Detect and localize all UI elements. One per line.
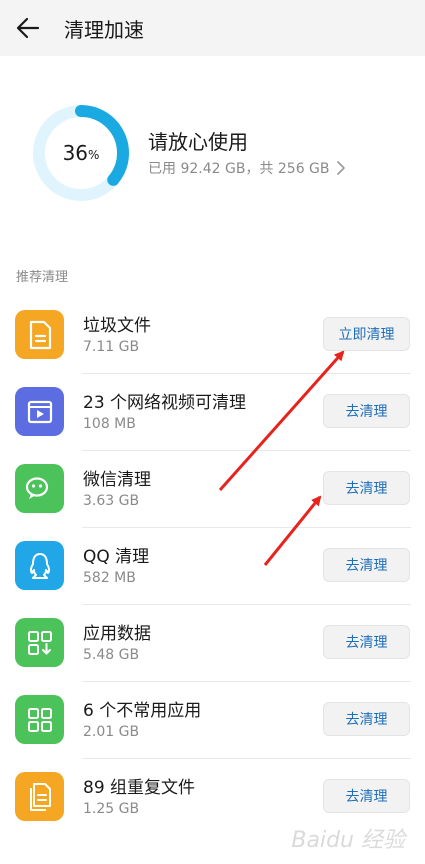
- page-title: 清理加速: [64, 17, 144, 42]
- item-size: 582 MB: [83, 570, 136, 586]
- watermark: Baidu 经验: [291, 828, 405, 853]
- list-item[interactable]: 23 个网络视频可清理 108 MB 去清理: [0, 374, 425, 451]
- list-item[interactable]: 垃圾文件 7.11 GB 立即清理: [0, 297, 425, 374]
- item-size: 7.11 GB: [83, 339, 140, 355]
- item-title: 6 个不常用应用: [83, 701, 202, 721]
- go-clean-button[interactable]: 去清理: [323, 702, 410, 736]
- item-title: 微信清理: [83, 470, 151, 490]
- item-title: QQ 清理: [83, 547, 150, 567]
- item-size: 1.25 GB: [83, 801, 140, 817]
- item-title: 89 组重复文件: [83, 778, 196, 798]
- video-icon: [15, 387, 64, 436]
- go-clean-button[interactable]: 去清理: [323, 471, 410, 505]
- item-size: 108 MB: [83, 416, 136, 432]
- item-title: 垃圾文件: [83, 316, 151, 336]
- list-item[interactable]: 微信清理 3.63 GB 去清理: [0, 451, 425, 528]
- storage-detail-link[interactable]: 已用 92.42 GB，共 256 GB: [148, 158, 346, 178]
- duplicate-files-icon: [15, 772, 64, 821]
- storage-status-text: 请放心使用: [148, 130, 248, 154]
- header-bar: 清理加速: [0, 0, 425, 56]
- section-label: 推荐清理: [16, 270, 69, 285]
- list-item[interactable]: 6 个不常用应用 2.01 GB 去清理: [0, 682, 425, 759]
- go-clean-button[interactable]: 去清理: [323, 548, 410, 582]
- storage-summary[interactable]: 36 % 请放心使用 已用 92.42 GB，共 256 GB: [0, 96, 425, 206]
- list-item[interactable]: 应用数据 5.48 GB 去清理: [0, 605, 425, 682]
- app-data-icon: [15, 618, 64, 667]
- storage-detail-text: 已用 92.42 GB，共 256 GB: [148, 161, 330, 177]
- document-icon: [15, 310, 64, 359]
- list-item[interactable]: QQ 清理 582 MB 去清理: [0, 528, 425, 605]
- cleanup-list: 垃圾文件 7.11 GB 立即清理 23 个网络视频可清理 108 MB 去清理: [0, 297, 425, 836]
- apps-grid-icon: [15, 695, 64, 744]
- go-clean-button[interactable]: 去清理: [323, 779, 410, 813]
- go-clean-button[interactable]: 去清理: [323, 625, 410, 659]
- go-clean-button[interactable]: 去清理: [323, 394, 410, 428]
- clean-now-button[interactable]: 立即清理: [323, 317, 410, 351]
- back-arrow-icon: [16, 17, 40, 39]
- chevron-right-icon: [336, 161, 345, 175]
- qq-icon: [15, 541, 64, 590]
- usage-percent: 36 %: [32, 104, 130, 202]
- item-size: 5.48 GB: [83, 647, 140, 663]
- item-title: 23 个网络视频可清理: [83, 393, 247, 413]
- item-size: 3.63 GB: [83, 493, 140, 509]
- back-button[interactable]: [0, 0, 56, 56]
- usage-percent-value: 36: [62, 141, 89, 165]
- wechat-icon: [15, 464, 64, 513]
- item-title: 应用数据: [83, 624, 151, 644]
- item-size: 2.01 GB: [83, 724, 140, 740]
- usage-percent-symbol: %: [88, 148, 100, 162]
